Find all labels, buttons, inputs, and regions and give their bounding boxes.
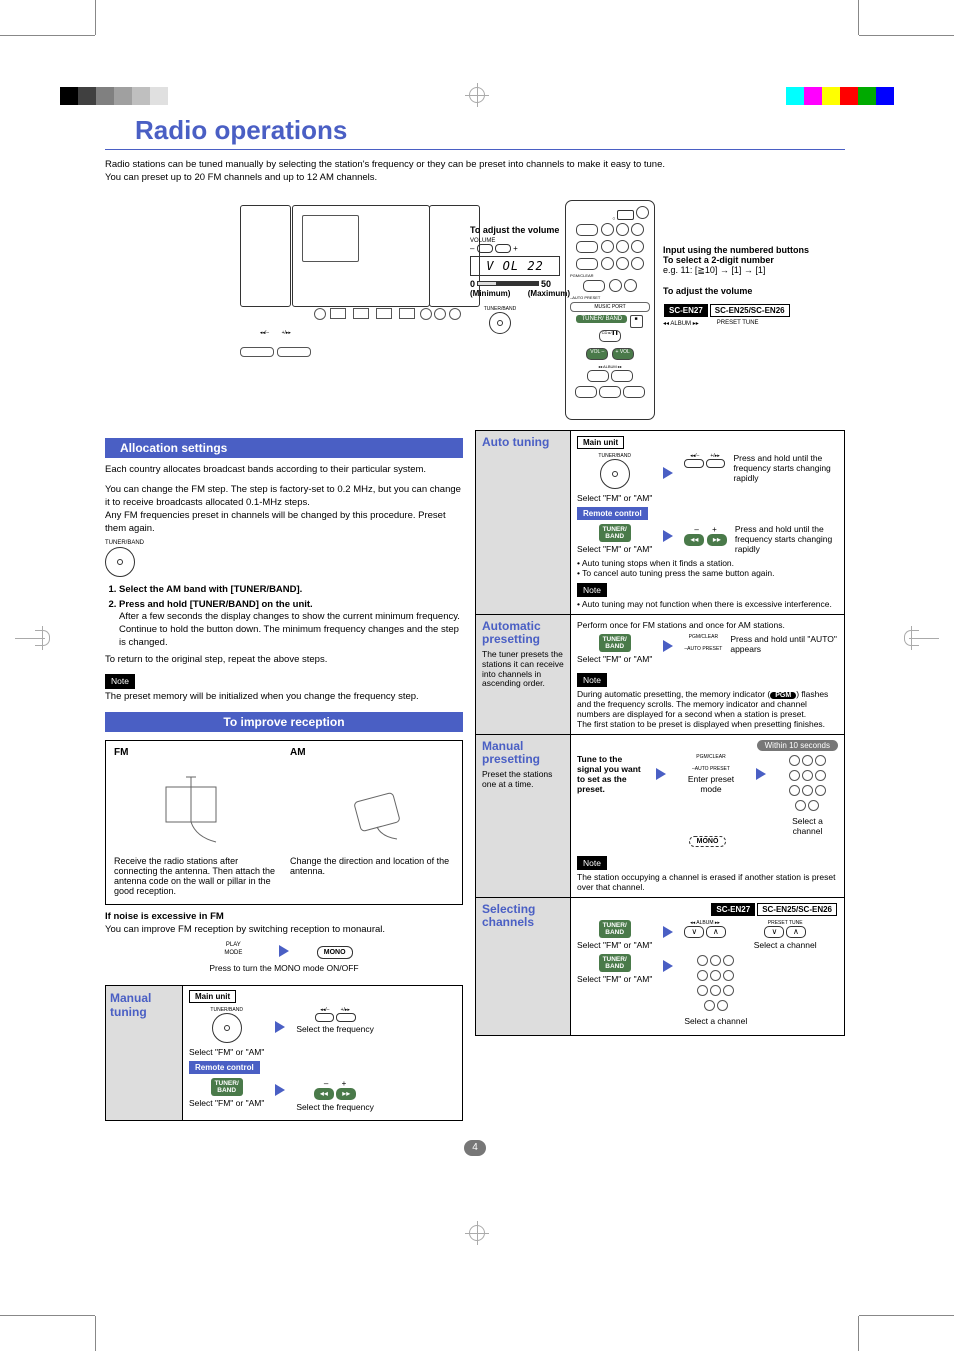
remote-callout-text: Input using the numbered buttons To sele… — [663, 245, 823, 420]
remote-illustration: ○ PGM/CLEAR –AUTO PRESET MUSIC PORT TUNE… — [565, 200, 655, 420]
registration-squares-left — [60, 87, 168, 105]
registration-squares-right — [786, 87, 894, 105]
intro-text: Radio stations can be tuned manually by … — [105, 158, 845, 185]
registration-cross-left — [35, 630, 50, 646]
am-antenna-illustration — [290, 762, 454, 852]
registration-cross-right — [904, 630, 919, 646]
fm-antenna-illustration — [114, 762, 278, 852]
main-unit-illustration: ◂◂/– +/▸▸ To adjust the volume VOLUME – … — [240, 205, 480, 335]
reception-header: To improve reception — [105, 712, 463, 732]
page-number: 4 — [464, 1140, 486, 1156]
page-title: Radio operations — [135, 115, 845, 146]
right-operations-table: Auto tuning Main unit TUNER/BAND Select … — [475, 430, 845, 1036]
registration-cross-top — [469, 87, 485, 103]
registration-cross-bottom — [469, 1225, 485, 1241]
allocation-header: Allocation settings — [105, 438, 463, 458]
reception-box: FM Receive the radio stations after conn… — [105, 740, 463, 905]
allocation-body: Each country allocates broadcast bands a… — [105, 464, 463, 704]
manual-tuning-box: Manual tuning Main unit TUNER/BAND Selec… — [105, 985, 463, 1121]
noise-section: If noise is excessive in FM You can impr… — [105, 911, 463, 975]
